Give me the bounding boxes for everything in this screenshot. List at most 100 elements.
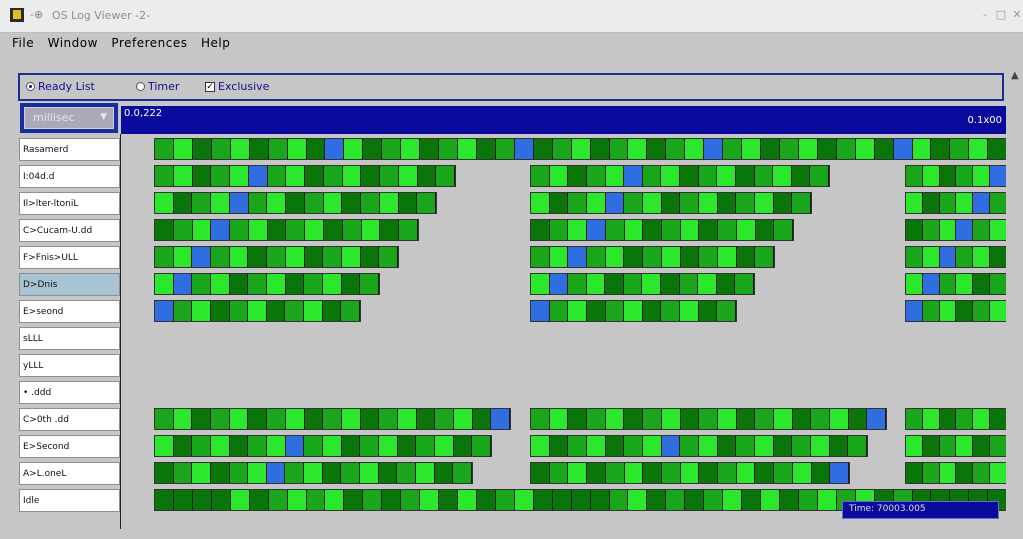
task-run-bar[interactable]: [530, 462, 850, 484]
task-run-bar[interactable]: [530, 246, 775, 268]
exclusive-label: Exclusive: [218, 80, 270, 93]
task-label[interactable]: C>0th .dd: [19, 408, 120, 431]
task-label[interactable]: F>Fnis>ULL: [19, 246, 120, 269]
task-label[interactable]: Rasamerd: [19, 138, 120, 161]
run-segment: [698, 274, 717, 294]
task-label[interactable]: C>Cucam-U.dd: [19, 219, 120, 242]
task-run-bar[interactable]: [530, 192, 812, 214]
pin-icon[interactable]: -⊕: [30, 8, 43, 21]
run-segment: [605, 463, 625, 483]
task-label[interactable]: I:04d.d: [19, 165, 120, 188]
task-run-bar[interactable]: [530, 219, 794, 241]
task-run-bar[interactable]: [154, 462, 473, 484]
ready-list-option[interactable]: Ready List: [26, 80, 95, 93]
run-segment: [969, 139, 989, 159]
task-run-bar[interactable]: [154, 300, 361, 322]
task-run-bar[interactable]: [905, 300, 1006, 322]
run-segment: [155, 463, 174, 483]
run-segment: [830, 409, 849, 429]
task-label[interactable]: E>seond: [19, 300, 120, 323]
run-segment: [939, 301, 957, 321]
task-run-bar[interactable]: [530, 408, 887, 430]
task-run-bar[interactable]: [905, 219, 1006, 241]
run-segment: [267, 274, 286, 294]
task-run-bar[interactable]: [154, 192, 437, 214]
task-run-bar[interactable]: [905, 165, 1006, 187]
task-timeline[interactable]: [121, 134, 1006, 529]
task-label[interactable]: Il>lter-ltoniL: [19, 192, 120, 215]
task-run-bar[interactable]: [154, 165, 456, 187]
run-segment: [647, 139, 667, 159]
task-run-bar[interactable]: [905, 273, 1006, 295]
run-segment: [341, 301, 360, 321]
run-segment: [192, 490, 212, 510]
menu-help[interactable]: Help: [201, 36, 230, 50]
run-segment: [416, 436, 436, 456]
menu-file[interactable]: File: [12, 36, 34, 50]
run-segment: [736, 409, 756, 429]
task-run-bar[interactable]: [154, 138, 1006, 160]
task-run-bar[interactable]: [154, 408, 511, 430]
run-segment: [439, 490, 458, 510]
task-run-bar[interactable]: [905, 246, 1006, 268]
run-segment: [779, 139, 799, 159]
run-segment: [341, 247, 361, 267]
run-segment: [379, 247, 398, 267]
task-run-bar[interactable]: [905, 462, 1006, 484]
task-run-bar[interactable]: [905, 435, 1006, 457]
scroll-arrow-icon[interactable]: ▲: [1011, 70, 1019, 81]
run-segment: [248, 193, 268, 213]
task-label[interactable]: Idle: [19, 489, 120, 512]
timer-radio[interactable]: [136, 82, 145, 91]
maximize-icon[interactable]: □: [995, 8, 1007, 21]
time-unit-field[interactable]: millisec ▼: [24, 107, 114, 129]
run-segment: [229, 301, 249, 321]
task-run-bar[interactable]: [905, 408, 1006, 430]
task-run-bar[interactable]: [154, 273, 380, 295]
ready-list-radio[interactable]: [26, 82, 35, 91]
run-segment: [531, 193, 550, 213]
run-segment: [906, 301, 923, 321]
task-label[interactable]: yLLL: [19, 354, 120, 377]
time-end-label: 0.1x00: [967, 115, 1002, 126]
run-segment: [380, 220, 400, 240]
run-segment: [716, 274, 736, 294]
run-segment: [792, 463, 812, 483]
task-run-bar[interactable]: [530, 435, 868, 457]
time-unit-select[interactable]: millisec ▼: [20, 103, 118, 133]
run-segment: [568, 166, 587, 186]
task-run-bar[interactable]: [530, 300, 737, 322]
run-segment: [305, 166, 324, 186]
run-segment: [248, 409, 268, 429]
run-segment: [211, 139, 231, 159]
task-label[interactable]: • .ddd: [19, 381, 120, 404]
task-run-bar[interactable]: [154, 246, 399, 268]
run-segment: [324, 220, 343, 240]
chevron-down-icon[interactable]: ▼: [100, 112, 107, 122]
menu-window[interactable]: Window: [48, 36, 98, 50]
run-segment: [624, 436, 644, 456]
task-run-bar[interactable]: [530, 273, 755, 295]
close-icon[interactable]: ✕: [1011, 8, 1023, 21]
run-segment: [666, 490, 686, 510]
task-label[interactable]: sLLL: [19, 327, 120, 350]
run-segment: [642, 301, 662, 321]
task-run-bar[interactable]: [154, 435, 492, 457]
run-segment: [439, 139, 458, 159]
exclusive-checkbox[interactable]: ✓: [205, 81, 215, 92]
exclusive-option[interactable]: ✓ Exclusive: [205, 80, 269, 93]
task-run-bar[interactable]: [905, 192, 1006, 214]
run-segment: [549, 220, 569, 240]
timer-option[interactable]: Timer: [136, 80, 179, 93]
run-segment: [755, 463, 775, 483]
run-segment: [568, 409, 588, 429]
task-label[interactable]: D>Dnis: [19, 273, 120, 296]
task-label[interactable]: E>Second: [19, 435, 120, 458]
minimize-icon[interactable]: -: [979, 8, 991, 21]
task-label[interactable]: A>L.oneL: [19, 462, 120, 485]
run-segment: [817, 490, 837, 510]
task-run-bar[interactable]: [154, 219, 419, 241]
run-segment: [586, 274, 606, 294]
task-run-bar[interactable]: [530, 165, 830, 187]
menu-preferences[interactable]: Preferences: [111, 36, 187, 50]
